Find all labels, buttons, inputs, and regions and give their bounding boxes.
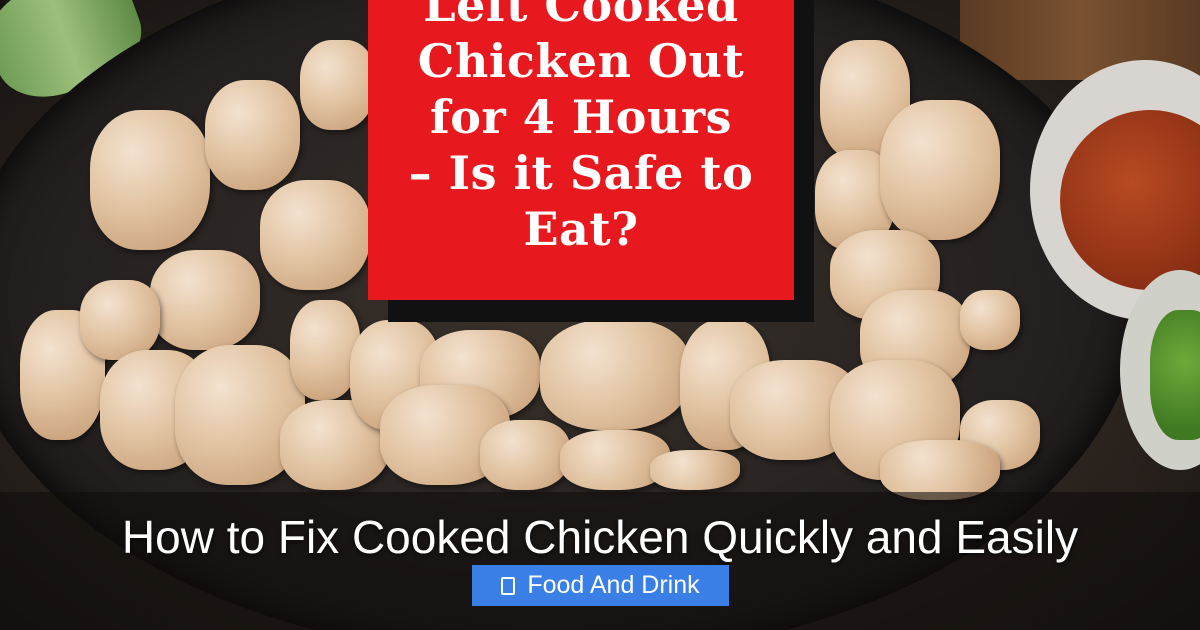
category-badge[interactable]: Food And Drink [472,565,729,606]
category-label: Food And Drink [527,571,700,599]
overlay-card: Left Cooked Chicken Out for 4 Hours – Is… [368,0,794,300]
overlay-text: Left Cooked Chicken Out for 4 Hours – Is… [408,0,754,256]
green-herbs [1150,310,1200,440]
article-title[interactable]: How to Fix Cooked Chicken Quickly and Ea… [0,510,1200,564]
hero-image: Left Cooked Chicken Out for 4 Hours – Is… [0,0,1200,630]
category-icon [501,576,516,595]
